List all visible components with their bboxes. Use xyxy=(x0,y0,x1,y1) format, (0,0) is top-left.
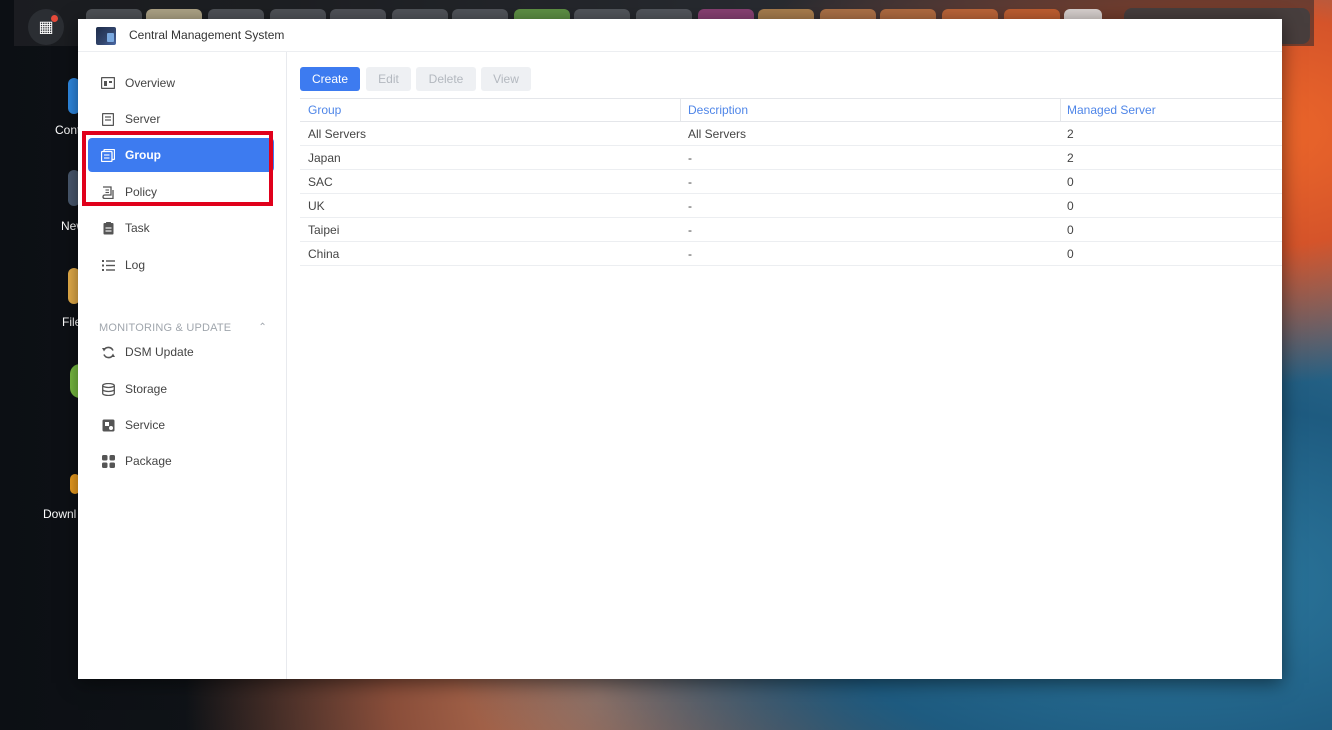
start-menu-button[interactable]: ▦ xyxy=(28,9,64,45)
server-icon xyxy=(101,112,115,126)
cell-managed-server: 2 xyxy=(1067,127,1074,141)
notification-dot xyxy=(51,15,58,22)
create-button[interactable]: Create xyxy=(300,67,360,91)
window-titlebar[interactable]: Central Management System xyxy=(78,19,1282,52)
sidebar-item-label: Storage xyxy=(125,382,168,396)
table-row[interactable]: SAC - 0 xyxy=(300,169,1282,194)
cell-group: Taipei xyxy=(308,223,340,237)
cell-description: - xyxy=(688,223,692,237)
refresh-icon xyxy=(101,345,115,359)
cell-managed-server: 0 xyxy=(1067,175,1074,189)
service-icon xyxy=(101,418,115,432)
delete-button[interactable]: Delete xyxy=(416,67,476,91)
cell-managed-server: 0 xyxy=(1067,199,1074,213)
column-header-description[interactable]: Description xyxy=(688,103,748,117)
sidebar-item-server[interactable]: Server xyxy=(88,102,274,136)
sidebar-item-log[interactable]: Log xyxy=(88,248,274,282)
cell-managed-server: 0 xyxy=(1067,223,1074,237)
column-divider[interactable] xyxy=(680,99,681,121)
sidebar-item-label: Group xyxy=(125,148,161,162)
edit-button[interactable]: Edit xyxy=(366,67,411,91)
log-icon xyxy=(101,258,115,272)
group-icon xyxy=(101,148,115,162)
app-window: Central Management System Overview Serve… xyxy=(78,19,1282,679)
storage-icon xyxy=(101,382,115,396)
sidebar-item-overview[interactable]: Overview xyxy=(88,66,274,100)
cell-group: UK xyxy=(308,199,325,213)
sidebar-item-storage[interactable]: Storage xyxy=(88,372,274,406)
policy-icon xyxy=(101,185,115,199)
cell-managed-server: 0 xyxy=(1067,247,1074,261)
column-divider[interactable] xyxy=(1060,99,1061,121)
window-title: Central Management System xyxy=(129,28,285,42)
sidebar-item-group[interactable]: Group xyxy=(88,138,274,172)
table-row[interactable]: China - 0 xyxy=(300,241,1282,266)
cell-description: All Servers xyxy=(688,127,747,141)
cell-group: China xyxy=(308,247,340,261)
cell-description: - xyxy=(688,151,692,165)
sidebar-item-label: Service xyxy=(125,418,166,432)
sidebar-item-label: Task xyxy=(125,221,150,235)
cell-group: Japan xyxy=(308,151,341,165)
sidebar-item-service[interactable]: Service xyxy=(88,408,274,442)
sidebar: Overview Server Group Policy Task Log MO… xyxy=(78,52,287,679)
cell-description: - xyxy=(688,175,692,189)
overview-icon xyxy=(101,76,115,90)
cell-group: All Servers xyxy=(308,127,367,141)
table-row[interactable]: Japan - 2 xyxy=(300,145,1282,170)
package-icon xyxy=(101,454,115,468)
table-row[interactable]: UK - 0 xyxy=(300,193,1282,218)
sidebar-item-package[interactable]: Package xyxy=(88,444,274,478)
sidebar-item-label: DSM Update xyxy=(125,345,194,359)
sidebar-item-task[interactable]: Task xyxy=(88,211,274,245)
cms-app-icon xyxy=(96,27,116,45)
sidebar-item-policy[interactable]: Policy xyxy=(88,175,274,209)
chevron-up-icon: ⌃ xyxy=(258,322,267,333)
sidebar-item-label: Server xyxy=(125,112,161,126)
cell-group: SAC xyxy=(308,175,333,189)
task-icon xyxy=(101,221,115,235)
cell-description: - xyxy=(688,199,692,213)
view-button[interactable]: View xyxy=(481,67,531,91)
cell-description: - xyxy=(688,247,692,261)
section-header-label: MONITORING & UPDATE xyxy=(99,322,232,334)
sidebar-item-label: Policy xyxy=(125,185,158,199)
sidebar-item-label: Overview xyxy=(125,76,176,90)
table-header-row: Group Description Managed Server xyxy=(300,98,1282,122)
sidebar-item-dsm-update[interactable]: DSM Update xyxy=(88,335,274,369)
desktop-label: Downl xyxy=(43,507,77,521)
table-row[interactable]: Taipei - 0 xyxy=(300,217,1282,242)
column-header-managed-server[interactable]: Managed Server xyxy=(1067,103,1156,117)
column-header-group[interactable]: Group xyxy=(308,103,341,117)
cell-managed-server: 2 xyxy=(1067,151,1074,165)
table-row[interactable]: All Servers All Servers 2 xyxy=(300,121,1282,146)
sidebar-item-label: Log xyxy=(125,258,146,272)
desktop-label: Cont xyxy=(55,123,81,137)
sidebar-item-label: Package xyxy=(125,454,172,468)
